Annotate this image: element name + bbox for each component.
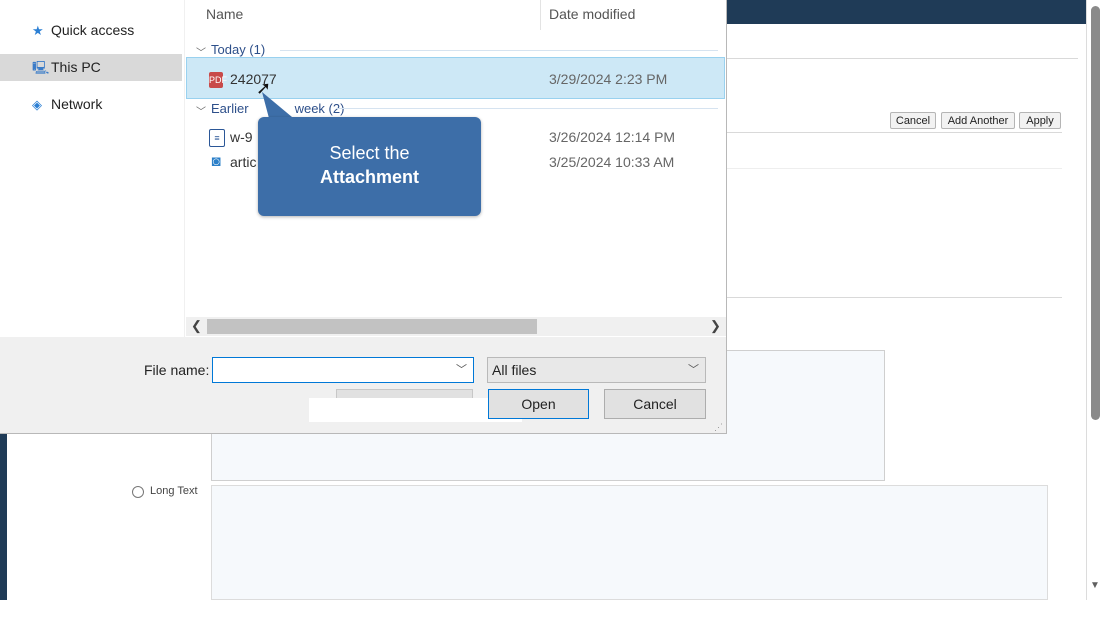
chevron-down-icon[interactable]: ﹀ [456,361,467,377]
column-header-date-modified[interactable]: Date modified [549,6,635,22]
search-document-icon: ◙ [211,153,221,170]
add-another-button[interactable]: Add Another [941,112,1015,129]
resize-grip-icon[interactable]: ⋰ [714,422,723,433]
group-divider [280,50,718,51]
column-separator[interactable] [540,0,541,30]
callout-text: Select the [329,143,410,163]
long-text-radio[interactable] [132,486,144,498]
nav-item-label: This PC [51,59,101,75]
long-text-label: Long Text [150,485,198,497]
horizontal-scrollbar-thumb[interactable] [207,319,537,334]
apply-button[interactable]: Apply [1019,112,1061,129]
open-button[interactable]: Open [488,389,589,419]
group-header-today[interactable]: Today (1) [211,42,265,57]
file-name-input[interactable] [212,357,474,383]
column-header-name[interactable]: Name [206,6,243,22]
network-icon: ◈ [32,97,42,112]
nav-item-label: Quick access [51,22,135,38]
cancel-button[interactable]: Cancel [604,389,706,419]
chevron-down-icon[interactable]: ﹀ [196,103,206,118]
chevron-down-icon[interactable]: ﹀ [688,361,699,377]
group-divider [336,108,718,109]
chevron-right-icon[interactable]: ❯ [710,318,721,334]
divider [726,58,1078,59]
page-scrollbar-thumb[interactable] [1091,6,1100,420]
pdf-icon: PDF [209,72,227,88]
long-text-area[interactable] [211,485,1048,600]
star-icon: ★ [32,23,44,38]
file-name-label: File name: [144,362,210,378]
file-name[interactable]: artic [230,154,256,170]
nav-item-network[interactable]: ◈ Network [0,91,182,118]
chevron-left-icon[interactable]: ❮ [191,318,202,334]
file-date: 3/26/2024 12:14 PM [549,129,676,145]
callout-text-bold: Attachment [319,167,419,187]
page-cancel-button[interactable]: Cancel [890,112,936,129]
divider [726,168,1062,169]
nav-item-quick-access[interactable]: ★ Quick access [0,17,182,44]
nav-item-this-pc[interactable]: 🖳 This PC [0,54,182,81]
divider [726,297,1062,298]
scroll-down-arrow-icon[interactable]: ▼ [1090,580,1100,591]
document-icon: ≡ [209,129,225,147]
computer-icon: 🖳 [32,60,50,75]
mouse-pointer-icon: ➚ [256,78,272,98]
navigation-pane [0,0,184,337]
file-name[interactable]: w-9 [230,129,253,145]
file-date: 3/25/2024 10:33 AM [549,154,675,170]
file-type-select[interactable]: All files [487,357,706,383]
divider [726,132,1062,133]
file-date: 3/29/2024 2:23 PM [549,71,668,87]
tutorial-callout: Select the Attachment [258,117,481,216]
nav-item-label: Network [51,96,103,112]
